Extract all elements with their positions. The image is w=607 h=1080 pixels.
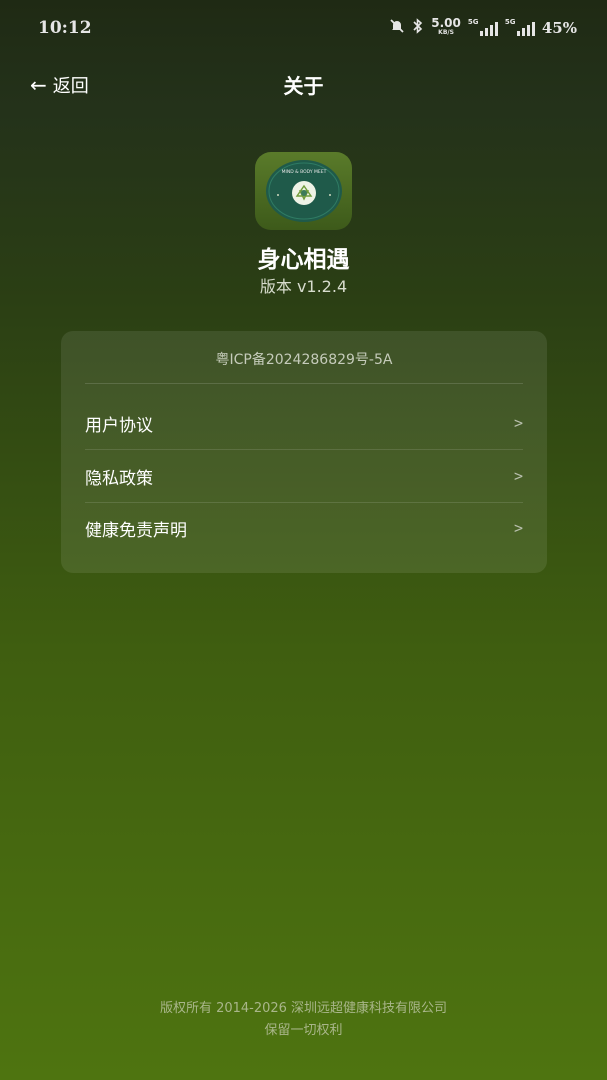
menu-item-label: 隐私政策	[85, 468, 153, 489]
app-name: 身心相遇	[257, 247, 350, 273]
network-speed: 5.00 KB/S	[431, 16, 461, 37]
status-bar: 10:12 5.00 KB/S 5G 5G 45%	[0, 0, 607, 56]
network-type-label: 5G	[467, 18, 479, 26]
rights-text: 保留一切权利	[264, 1023, 343, 1038]
copyright-text: 版权所有 2014-2026 深圳远超健康科技有限公司	[159, 1001, 448, 1016]
app-logo-text: MIND & BODY MEET	[281, 169, 326, 175]
status-icons: 5.00 KB/S 5G 5G 45%	[389, 16, 577, 38]
network-type-label: 5G	[504, 18, 516, 26]
signal-5g-icon: 5G	[467, 18, 498, 36]
menu-item-user-agreement[interactable]: 用户协议 >	[85, 397, 523, 450]
menu-item-label: 用户协议	[85, 415, 153, 436]
battery-level: 45%	[541, 19, 577, 37]
icp-license: 粤ICP备2024286829号-5A	[215, 352, 393, 368]
mute-bell-icon	[389, 18, 405, 38]
chevron-right-icon: >	[513, 414, 523, 432]
app-version: 版本 v1.2.4	[259, 277, 348, 296]
header: ← 返回 关于	[0, 56, 607, 114]
menu-item-health-disclaimer[interactable]: 健康免责声明 >	[85, 502, 523, 554]
chevron-right-icon: >	[513, 467, 523, 485]
bluetooth-icon	[412, 18, 424, 38]
signal-5g-icon: 5G	[504, 18, 535, 36]
menu-item-label: 健康免责声明	[85, 520, 187, 541]
info-card: 粤ICP备2024286829号-5A 用户协议 > 隐私政策 > 健康免责声明…	[61, 331, 547, 573]
chevron-right-icon: >	[513, 519, 523, 537]
page-title: 关于	[283, 74, 324, 98]
speed-value: 5.00	[431, 16, 461, 30]
status-time: 10:12	[38, 18, 92, 38]
app-logo: MIND & BODY MEET	[255, 152, 352, 230]
app-logo-icon: MIND & BODY MEET	[265, 160, 342, 222]
footer: 版权所有 2014-2026 深圳远超健康科技有限公司 保留一切权利	[0, 998, 607, 1042]
divider	[85, 383, 523, 384]
menu-item-privacy-policy[interactable]: 隐私政策 >	[85, 450, 523, 503]
speed-unit: KB/S	[438, 29, 454, 36]
